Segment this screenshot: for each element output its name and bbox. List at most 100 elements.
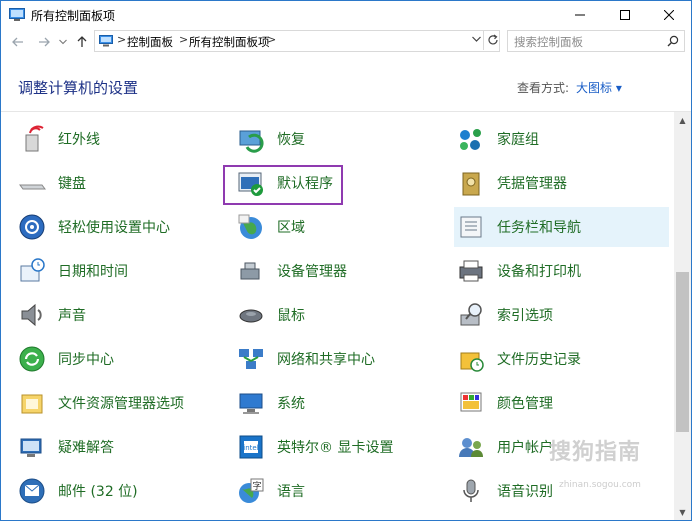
sync-icon [19, 346, 45, 372]
control-panel-item-keyboard[interactable]: 键盘 [18, 163, 233, 203]
recovery-icon [239, 130, 264, 153]
user-accounts-icon [459, 438, 483, 457]
page-heading: 调整计算机的设置 [18, 79, 139, 97]
scroll-down-icon[interactable]: ▼ [674, 504, 691, 520]
minimize-button[interactable] [557, 1, 602, 29]
control-panel-item-region[interactable]: 区域 [237, 207, 452, 247]
control-panel-item-label: 同步中心 [58, 352, 114, 368]
refresh-button[interactable] [483, 30, 501, 50]
breadcrumb-separator: > [117, 33, 127, 46]
control-panel-item-date-time[interactable]: 日期和时间 [18, 251, 233, 291]
control-panel-item-label: 任务栏和导航 [497, 220, 581, 236]
view-by-label: 查看方式: [517, 81, 570, 95]
control-panel-item-label: 用户帐户 [497, 440, 553, 456]
svg-text:intel: intel [243, 444, 258, 452]
control-panel-item-intel-graphics[interactable]: intel 英特尔® 显卡设置 [237, 427, 452, 467]
control-panel-item-language[interactable]: 字 语言 [237, 471, 452, 511]
control-panel-item-indexing[interactable]: 索引选项 [457, 295, 672, 335]
address-history-button[interactable] [468, 29, 484, 49]
scrollbar-thumb[interactable] [676, 272, 689, 432]
control-panel-item-label: 疑难解答 [58, 440, 114, 456]
indexing-icon [460, 303, 482, 326]
system-icon [239, 393, 263, 414]
address-bar[interactable]: > 控制面板 > 所有控制面板项 > [94, 30, 500, 52]
mouse-icon [239, 309, 263, 323]
control-panel-item-infrared[interactable]: 红外线 [18, 119, 233, 159]
control-panel-item-label: 网络和共享中心 [277, 352, 375, 368]
control-panel-item-label: 颜色管理 [497, 396, 553, 412]
breadcrumb-separator: > [179, 33, 189, 46]
title-bar: 所有控制面板项 [1, 1, 691, 29]
control-panel-item-color-management[interactable]: 颜色管理 [457, 383, 672, 423]
file-history-icon [460, 352, 484, 372]
recent-locations-button[interactable] [57, 33, 69, 51]
folder-options-icon [21, 394, 43, 414]
date-time-icon [20, 258, 45, 282]
control-panel-app-icon [9, 8, 25, 21]
control-panel-item-ease-of-access[interactable]: 轻松使用设置中心 [18, 207, 233, 247]
forward-arrow-icon [39, 37, 50, 47]
chevron-down-icon [471, 36, 481, 42]
control-panel-item-label: 日期和时间 [58, 264, 128, 280]
forward-button[interactable] [35, 33, 53, 51]
maximize-icon [619, 10, 630, 20]
control-panel-item-sound[interactable]: 声音 [18, 295, 233, 335]
window-title: 所有控制面板项 [31, 9, 116, 23]
breadcrumb-control-panel[interactable]: 控制面板 [127, 34, 173, 50]
control-panel-item-troubleshooting[interactable]: 疑难解答 [18, 427, 233, 467]
sound-icon [21, 303, 42, 327]
control-panel-item-folder-options[interactable]: 文件资源管理器选项 [18, 383, 233, 423]
minimize-icon [574, 14, 585, 16]
control-panel-window: 所有控制面板项 > 控制面板 > 所有控制面板项 > 搜索控制面板 调整计算机的… [0, 0, 692, 521]
control-panel-item-label: 区域 [277, 220, 305, 236]
up-button[interactable] [73, 33, 91, 51]
back-button[interactable] [9, 33, 27, 51]
vertical-scrollbar[interactable]: ▲ ▼ [674, 112, 691, 520]
taskbar-icon [460, 216, 482, 238]
maximize-button[interactable] [602, 1, 647, 29]
control-panel-item-label: 文件历史记录 [497, 352, 581, 368]
control-panel-item-label: 设备管理器 [277, 264, 347, 280]
control-panel-item-label: 英特尔® 显卡设置 [277, 440, 394, 456]
color-management-icon [460, 392, 482, 412]
control-panel-item-device-manager[interactable]: 设备管理器 [237, 251, 452, 291]
control-panel-item-label: 鼠标 [277, 308, 305, 324]
control-panel-item-mail[interactable]: 邮件 (32 位) [18, 471, 233, 511]
search-placeholder: 搜索控制面板 [514, 35, 583, 49]
region-icon [238, 214, 262, 239]
control-panel-item-label: 索引选项 [497, 308, 553, 324]
control-panel-item-mouse[interactable]: 鼠标 [237, 295, 452, 335]
search-icon [667, 35, 679, 47]
credential-manager-icon [462, 172, 480, 196]
view-by-dropdown[interactable]: 大图标 ▾ [576, 79, 622, 96]
close-button[interactable] [646, 1, 691, 29]
control-panel-item-network[interactable]: 网络和共享中心 [237, 339, 452, 379]
search-input[interactable]: 搜索控制面板 [507, 30, 685, 52]
control-panel-item-printer[interactable]: 设备和打印机 [457, 251, 672, 291]
control-panel-item-sync[interactable]: 同步中心 [18, 339, 233, 379]
network-icon [239, 349, 263, 369]
svg-text:字: 字 [252, 480, 261, 492]
close-icon [663, 10, 674, 20]
control-panel-item-label: 家庭组 [497, 132, 539, 148]
control-panel-item-credential-manager[interactable]: 凭据管理器 [457, 163, 672, 203]
chevron-down-icon [59, 39, 67, 45]
control-panel-item-label: 设备和打印机 [497, 264, 581, 280]
control-panel-item-label: 红外线 [58, 132, 100, 148]
control-panel-item-recovery[interactable]: 恢复 [237, 119, 452, 159]
breadcrumb-all-items[interactable]: 所有控制面板项 [189, 34, 270, 50]
control-panel-item-label: 语音识别 [497, 484, 553, 500]
printer-icon [459, 260, 483, 282]
scroll-up-icon[interactable]: ▲ [674, 112, 691, 128]
control-panel-item-taskbar[interactable]: 任务栏和导航 [454, 207, 669, 247]
control-panel-item-homegroup[interactable]: 家庭组 [457, 119, 672, 159]
back-arrow-icon [12, 37, 23, 47]
mail-icon [19, 478, 45, 504]
control-panel-item-file-history[interactable]: 文件历史记录 [457, 339, 672, 379]
refresh-icon [487, 34, 498, 45]
intel-graphics-icon: intel [239, 435, 263, 459]
control-panel-item-label: 系统 [277, 396, 305, 412]
speech-icon [463, 479, 479, 502]
watermark: 搜狗指南 zhinan.sogou.com [549, 434, 674, 494]
control-panel-item-system[interactable]: 系统 [237, 383, 452, 423]
